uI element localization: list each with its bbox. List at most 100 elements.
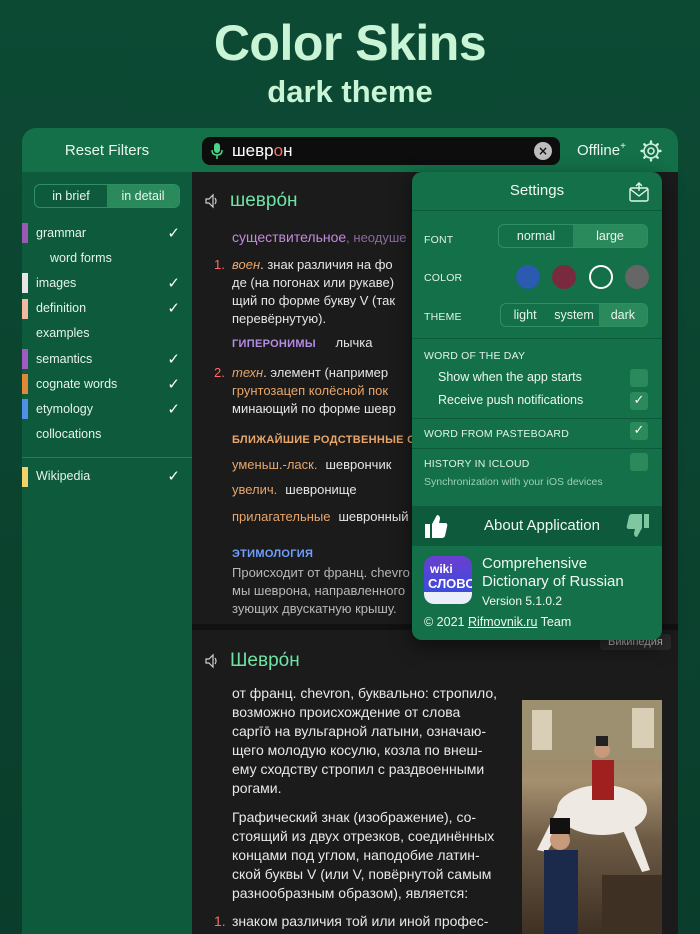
- theme-option-dark[interactable]: dark: [598, 304, 647, 326]
- about-application-label: About Application: [484, 517, 600, 534]
- settings-divider: [412, 338, 662, 339]
- microphone-icon[interactable]: [210, 142, 224, 160]
- detail-level-segment: in brief in detail: [34, 184, 180, 208]
- color-swatch-gray[interactable]: [625, 265, 649, 289]
- thumbs-down-icon[interactable]: [624, 512, 652, 540]
- check-icon: ✓: [167, 274, 180, 292]
- icloud-label: HISTORY IN ICLOUD: [424, 458, 530, 470]
- entry-header: шевро́н: [204, 190, 298, 212]
- font-label: FONT: [424, 234, 454, 246]
- filter-list: grammar ✓ word forms images ✓ definition…: [22, 220, 192, 489]
- check-icon: ✓: [167, 350, 180, 368]
- thumbs-up-icon[interactable]: [422, 512, 450, 540]
- color-label: COLOR: [424, 272, 463, 284]
- etymology-heading: ЭТИМОЛОГИЯ: [232, 548, 314, 560]
- sidebar-item-grammar[interactable]: grammar ✓: [22, 220, 192, 245]
- wiki-para-line: щего молодую косулю, козла по внеш-: [232, 742, 483, 758]
- sense-1-line: воен. знак различия на фо: [232, 257, 393, 272]
- about-application-row[interactable]: About Application: [412, 506, 662, 546]
- segment-in-detail[interactable]: in detail: [107, 185, 179, 207]
- font-option-normal[interactable]: normal: [499, 225, 573, 247]
- sidebar-item-label: semantics: [36, 351, 93, 366]
- top-bar: шеврон × Offline+: [192, 128, 678, 172]
- sidebar-item-word-forms[interactable]: word forms: [22, 245, 192, 270]
- sense-2-line: минающий по форме шевр: [232, 401, 396, 416]
- color-swatch-burgundy[interactable]: [552, 265, 576, 289]
- settings-divider: [412, 210, 662, 211]
- check-icon: ✓: [167, 300, 180, 318]
- speaker-icon[interactable]: [204, 653, 220, 669]
- color-marker: [22, 273, 28, 294]
- font-option-large[interactable]: large: [573, 225, 647, 247]
- filters-sidebar: Reset Filters in brief in detail grammar…: [22, 128, 192, 934]
- color-swatch-green-selected[interactable]: [589, 265, 613, 289]
- settings-divider: [412, 418, 662, 419]
- etymology-line: мы шеврона, направленного: [232, 583, 406, 598]
- settings-title: Settings: [509, 182, 565, 199]
- speaker-icon[interactable]: [204, 193, 220, 209]
- sidebar-item-definition[interactable]: definition ✓: [22, 296, 192, 321]
- font-size-segment: normal large: [498, 224, 648, 248]
- search-input[interactable]: шеврон ×: [202, 137, 560, 165]
- sidebar-item-label: examples: [36, 326, 90, 341]
- wiki-para-line: стоящий из двух отрезков, соединённых: [232, 828, 495, 844]
- grammar-line: существительное, неодуше: [232, 229, 407, 245]
- hypernyms-row: ГИПЕРОНИМЫ лычка: [232, 335, 373, 350]
- settings-divider: [412, 448, 662, 449]
- sidebar-item-label: images: [36, 275, 77, 290]
- sense-number: 1.: [214, 257, 225, 272]
- rifmovnik-link[interactable]: Rifmovnik.ru: [468, 615, 537, 629]
- sidebar-item-wikipedia[interactable]: Wikipedia ✓: [22, 464, 192, 489]
- pasteboard-checkbox[interactable]: ✓: [630, 422, 648, 440]
- clear-search-icon[interactable]: ×: [534, 142, 552, 160]
- book-graphic: [424, 592, 472, 604]
- wiki-word: Шевро́н: [230, 650, 300, 671]
- list-number: 1.: [214, 913, 226, 929]
- app-logo-icon: wiki СЛОВО: [424, 556, 472, 604]
- color-swatch-blue[interactable]: [516, 265, 540, 289]
- sidebar-item-etymology[interactable]: etymology ✓: [22, 396, 192, 421]
- theme-label: THEME: [424, 311, 462, 323]
- push-notifications-checkbox[interactable]: ✓: [630, 392, 648, 410]
- icloud-checkbox[interactable]: [630, 453, 648, 471]
- wiki-para-line: рогами.: [232, 780, 282, 796]
- sidebar-item-label: etymology: [36, 401, 93, 416]
- reset-filters-button[interactable]: Reset Filters: [22, 128, 192, 172]
- color-marker: [22, 298, 28, 319]
- sidebar-item-images[interactable]: images ✓: [22, 270, 192, 295]
- app-name-line: Comprehensive: [482, 555, 588, 572]
- hussar-painting-image: [522, 700, 662, 934]
- segment-in-brief[interactable]: in brief: [35, 185, 107, 207]
- sidebar-item-cognate-words[interactable]: cognate words ✓: [22, 371, 192, 396]
- credit-line: © 2021 Rifmovnik.ru Team: [424, 615, 572, 629]
- sidebar-item-semantics[interactable]: semantics ✓: [22, 346, 192, 371]
- check-icon: ✓: [167, 224, 180, 242]
- wiki-para-line: Графический знак (изображение), со-: [232, 809, 477, 825]
- app-logo-text: СЛОВО: [428, 576, 472, 591]
- theme-option-light[interactable]: light: [501, 304, 549, 326]
- sidebar-divider: [22, 456, 192, 458]
- color-marker: [22, 374, 28, 395]
- gear-icon[interactable]: [640, 140, 662, 162]
- icloud-note: Synchronization with your iOS devices: [424, 476, 603, 488]
- search-text: шеврон: [232, 141, 293, 160]
- related-row: увелич. шевронище: [232, 482, 357, 497]
- app-logo-text: wiki: [430, 562, 453, 576]
- related-row: уменьш.-ласк. шеврончик: [232, 457, 392, 472]
- show-on-start-checkbox[interactable]: [630, 369, 648, 387]
- theme-option-system[interactable]: system: [549, 304, 599, 326]
- sense-number: 2.: [214, 365, 225, 380]
- offline-plus-button[interactable]: Offline+: [577, 141, 626, 159]
- share-mail-icon[interactable]: [628, 181, 650, 203]
- promo-headline: Color Skins dark theme: [0, 14, 700, 110]
- promo-title: Color Skins: [213, 15, 487, 71]
- check-icon: ✓: [167, 468, 180, 486]
- sidebar-item-examples[interactable]: examples: [22, 321, 192, 346]
- wiki-list-line: знаком различия той или иной профес-: [232, 913, 489, 929]
- theme-segment: light system dark: [500, 303, 648, 327]
- sidebar-item-label: grammar: [36, 225, 87, 240]
- sidebar-item-collocations[interactable]: collocations: [22, 422, 192, 447]
- color-marker: [22, 348, 28, 369]
- wiki-para-line: разнообразным образом), является:: [232, 885, 469, 901]
- wiki-para-line: концами под углом, наподобие латин-: [232, 847, 480, 863]
